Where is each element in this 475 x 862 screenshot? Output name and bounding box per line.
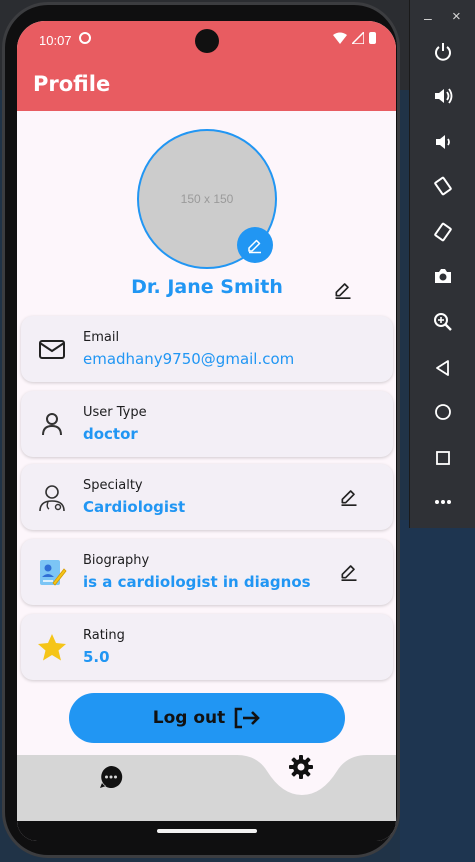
- card-label: User Type: [83, 405, 147, 420]
- sync-icon: [79, 32, 91, 44]
- card-label: Rating: [83, 628, 125, 643]
- avatar-edit-button[interactable]: [237, 227, 273, 263]
- wifi-icon: [333, 32, 347, 44]
- mail-icon: [39, 340, 65, 359]
- person-icon: [42, 413, 62, 436]
- window-minimize-button[interactable]: –: [424, 10, 432, 26]
- app-bar: Profile: [17, 61, 396, 111]
- zoom-icon[interactable]: [431, 310, 455, 334]
- rotate-left-icon[interactable]: [431, 174, 455, 198]
- user-type-value: doctor: [83, 425, 138, 443]
- biography-icon: [40, 560, 67, 586]
- home-icon[interactable]: [431, 400, 455, 424]
- chat-icon[interactable]: [99, 765, 123, 789]
- rating-value: 5.0: [83, 648, 110, 666]
- user-type-card: User Type doctor: [21, 391, 393, 457]
- rating-card: Rating 5.0: [21, 614, 393, 680]
- more-icon[interactable]: [431, 490, 455, 514]
- card-label: Biography: [83, 553, 150, 568]
- status-bar: 10:07: [17, 21, 396, 61]
- specialty-card: Specialty Cardiologist: [21, 464, 393, 530]
- power-icon[interactable]: [431, 40, 455, 64]
- front-camera: [195, 29, 219, 53]
- status-icons: [333, 32, 376, 44]
- biography-value: is a cardiologist in diagnos: [83, 573, 311, 591]
- edit-biography-icon[interactable]: [339, 561, 359, 581]
- desktop-background-lower: [400, 520, 475, 862]
- signal-icon: [352, 32, 364, 44]
- app-screen: 10:07 Profile 150 x 150 Dr. Jane Smith E…: [17, 21, 396, 841]
- doctor-icon: [39, 485, 65, 512]
- overview-icon[interactable]: [431, 446, 455, 470]
- emulator-side-panel: – ×: [409, 0, 475, 528]
- email-card: Email emadhany9750@gmail.com: [21, 316, 393, 382]
- bottom-nav: [17, 755, 396, 821]
- specialty-value: Cardiologist: [83, 498, 186, 516]
- card-label: Email: [83, 330, 120, 345]
- window-close-button[interactable]: ×: [452, 8, 461, 25]
- volume-up-icon[interactable]: [431, 84, 455, 108]
- page-title: Profile: [33, 72, 111, 96]
- biography-card: Biography is a cardiologist in diagnos: [21, 539, 393, 605]
- settings-icon[interactable]: [289, 755, 313, 779]
- rotate-right-icon[interactable]: [431, 220, 455, 244]
- avatar-placeholder-text: 150 x 150: [180, 192, 234, 206]
- edit-name-icon[interactable]: [333, 279, 353, 299]
- edit-specialty-icon[interactable]: [339, 486, 359, 506]
- email-value: emadhany9750@gmail.com: [83, 350, 295, 368]
- battery-icon: [369, 32, 376, 44]
- logout-button[interactable]: Log out: [69, 693, 345, 743]
- home-indicator[interactable]: [157, 829, 257, 833]
- status-time: 10:07: [39, 33, 72, 48]
- card-label: Specialty: [83, 478, 143, 493]
- star-icon: [38, 634, 66, 661]
- camera-icon[interactable]: [431, 264, 455, 288]
- gesture-bar: [17, 821, 396, 841]
- edit-icon: [248, 239, 261, 254]
- logout-icon: [234, 707, 261, 729]
- volume-down-icon[interactable]: [431, 130, 455, 154]
- back-icon[interactable]: [431, 356, 455, 380]
- logout-label: Log out: [152, 708, 226, 728]
- phone-frame: 10:07 Profile 150 x 150 Dr. Jane Smith E…: [2, 2, 400, 858]
